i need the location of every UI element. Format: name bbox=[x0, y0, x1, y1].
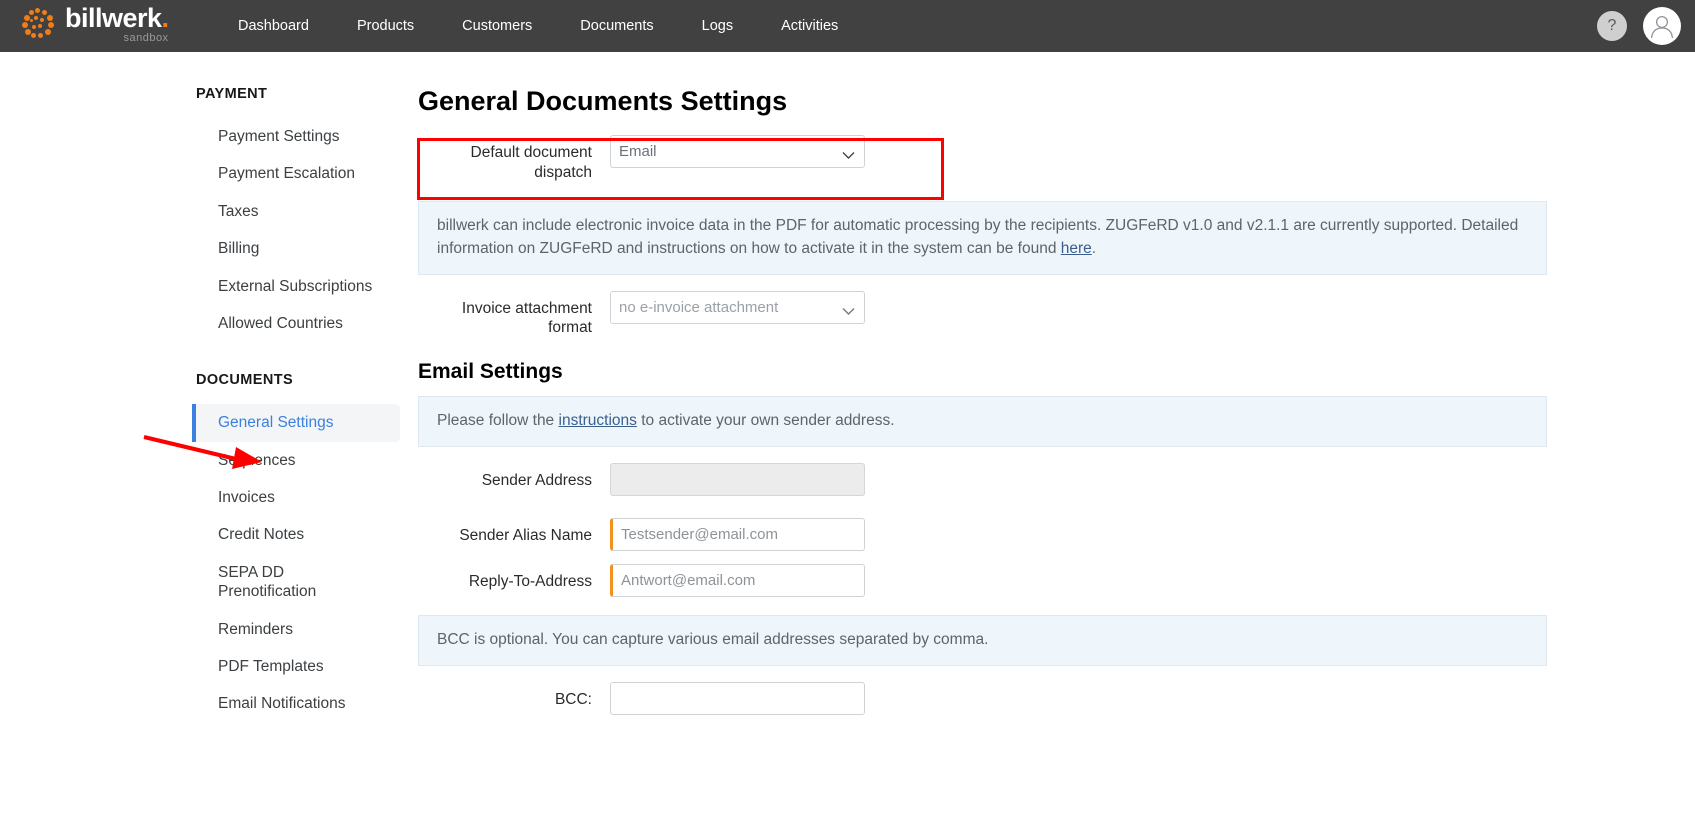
sender-address-row: Sender Address bbox=[418, 463, 1655, 497]
sidebar-item-invoices[interactable]: Invoices bbox=[192, 479, 418, 516]
default-document-dispatch-row: Default document dispatch Email bbox=[418, 135, 1655, 183]
reply-to-address-label: Reply-To-Address bbox=[468, 573, 592, 591]
bcc-info-banner: BCC is optional. You can capture various… bbox=[418, 615, 1547, 667]
sidebar-item-reminders[interactable]: Reminders bbox=[192, 611, 418, 648]
nav-documents[interactable]: Documents bbox=[556, 0, 677, 52]
main-nav: Dashboard Products Customers Documents L… bbox=[214, 0, 862, 52]
nav-customers[interactable]: Customers bbox=[438, 0, 556, 52]
invoice-attachment-format-select[interactable]: no e-invoice attachment bbox=[610, 290, 865, 324]
default-document-dispatch-label: Default document dispatch bbox=[470, 144, 593, 181]
settings-sidebar: PAYMENT Payment Settings Payment Escalat… bbox=[0, 86, 418, 729]
topbar-actions: ? bbox=[1597, 0, 1681, 52]
sidebar-item-billing[interactable]: Billing bbox=[192, 230, 418, 267]
sender-instructions-banner: Please follow the instructions to activa… bbox=[418, 396, 1547, 448]
sidebar-item-allowed-countries[interactable]: Allowed Countries bbox=[192, 305, 418, 342]
email-settings-title: Email Settings bbox=[418, 360, 563, 384]
nav-dashboard[interactable]: Dashboard bbox=[214, 0, 333, 52]
bcc-row: BCC: bbox=[418, 682, 1655, 716]
sidebar-item-email-notifications[interactable]: Email Notifications bbox=[192, 685, 418, 722]
reply-to-address-input[interactable] bbox=[610, 564, 865, 598]
sidebar-item-external-subscriptions[interactable]: External Subscriptions bbox=[192, 268, 418, 305]
question-mark-icon[interactable]: ? bbox=[1597, 11, 1627, 41]
nav-activities[interactable]: Activities bbox=[757, 0, 862, 52]
zugferd-banner-text: billwerk can include electronic invoice … bbox=[437, 216, 1519, 257]
sidebar-item-payment-settings[interactable]: Payment Settings bbox=[192, 118, 418, 155]
sidebar-item-credit-notes[interactable]: Credit Notes bbox=[192, 516, 418, 553]
instructions-banner-text: Please follow the bbox=[437, 412, 559, 430]
bcc-input[interactable] bbox=[610, 682, 865, 716]
zugferd-here-link[interactable]: here bbox=[1061, 240, 1092, 257]
sender-alias-name-label: Sender Alias Name bbox=[459, 527, 592, 545]
invoice-attachment-format-row: Invoice attachment format no e-invoice a… bbox=[418, 290, 1655, 339]
top-navigation-bar: billwerk. sandbox Dashboard Products Cus… bbox=[0, 0, 1695, 52]
reply-to-address-row: Reply-To-Address bbox=[418, 564, 1655, 598]
sidebar-group-payment: PAYMENT bbox=[196, 86, 268, 102]
sidebar-group-documents: DOCUMENTS bbox=[196, 372, 294, 389]
zugferd-banner-text-end: . bbox=[1091, 239, 1097, 257]
sidebar-item-general-settings[interactable]: General Settings bbox=[192, 404, 400, 442]
brand-name-dot: . bbox=[161, 2, 170, 33]
default-document-dispatch-field[interactable]: Email bbox=[610, 135, 865, 168]
brand-environment: sandbox bbox=[123, 31, 169, 44]
sidebar-item-sepa-dd-prenotification[interactable]: SEPA DD Prenotification bbox=[192, 554, 316, 611]
brand-name: billwerk bbox=[65, 2, 162, 33]
nav-products[interactable]: Products bbox=[333, 0, 438, 52]
sidebar-item-sequences[interactable]: Sequences bbox=[192, 442, 418, 479]
settings-content: General Documents Settings Default docum… bbox=[418, 86, 1695, 729]
sender-address-input[interactable] bbox=[610, 463, 865, 497]
page-body: PAYMENT Payment Settings Payment Escalat… bbox=[0, 52, 1695, 729]
instructions-banner-text-end: to activate your own sender address. bbox=[636, 412, 895, 430]
billwerk-dots-logo-icon bbox=[22, 7, 56, 41]
sender-alias-name-input[interactable] bbox=[610, 518, 865, 552]
sender-alias-name-row: Sender Alias Name bbox=[418, 518, 1655, 552]
user-avatar-icon[interactable] bbox=[1643, 7, 1681, 45]
nav-logs[interactable]: Logs bbox=[678, 0, 757, 52]
sidebar-item-pdf-templates[interactable]: PDF Templates bbox=[192, 648, 418, 685]
instructions-link[interactable]: instructions bbox=[559, 412, 637, 429]
sender-address-label: Sender Address bbox=[481, 472, 592, 490]
bcc-label: BCC: bbox=[554, 691, 592, 709]
sidebar-item-taxes[interactable]: Taxes bbox=[192, 193, 418, 230]
sidebar-item-payment-escalation[interactable]: Payment Escalation bbox=[192, 155, 418, 192]
invoice-attachment-format-label: Invoice attachment format bbox=[461, 299, 592, 337]
zugferd-info-banner: billwerk can include electronic invoice … bbox=[418, 200, 1547, 275]
default-document-dispatch-select[interactable]: Email bbox=[610, 135, 865, 168]
invoice-attachment-format-field[interactable]: no e-invoice attachment bbox=[610, 290, 865, 324]
page-title: General Documents Settings bbox=[418, 86, 788, 116]
brand-logo[interactable]: billwerk. sandbox bbox=[22, 2, 190, 44]
